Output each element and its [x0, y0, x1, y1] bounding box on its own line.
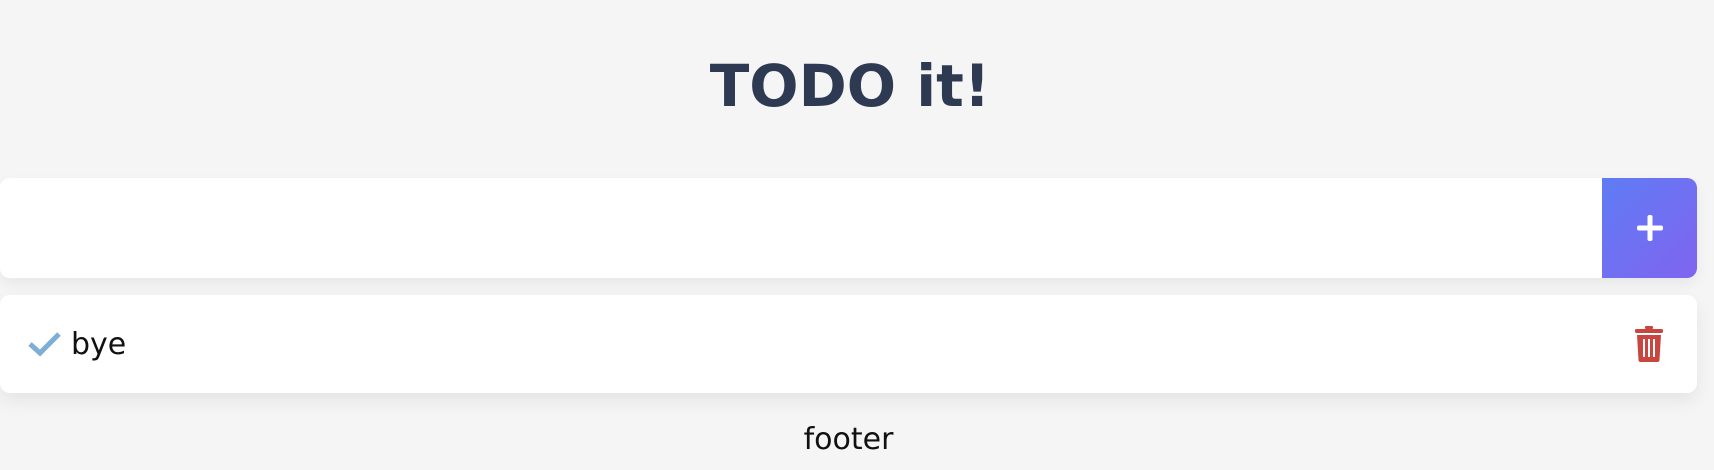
add-todo-button[interactable]: [1602, 178, 1697, 278]
todo-item: bye: [0, 295, 1697, 393]
checkmark-icon: [28, 332, 61, 357]
new-todo-input[interactable]: [0, 178, 1602, 278]
delete-todo-button[interactable]: [1631, 324, 1667, 364]
add-todo-form: [0, 178, 1697, 278]
plus-icon: [1636, 215, 1663, 241]
todo-list: bye: [0, 295, 1697, 393]
trash-icon: [1635, 326, 1663, 362]
toggle-complete-button[interactable]: [26, 325, 64, 363]
footer: footer: [803, 422, 894, 457]
todo-text: bye: [71, 326, 127, 362]
page-title: TODO it!: [709, 52, 991, 120]
